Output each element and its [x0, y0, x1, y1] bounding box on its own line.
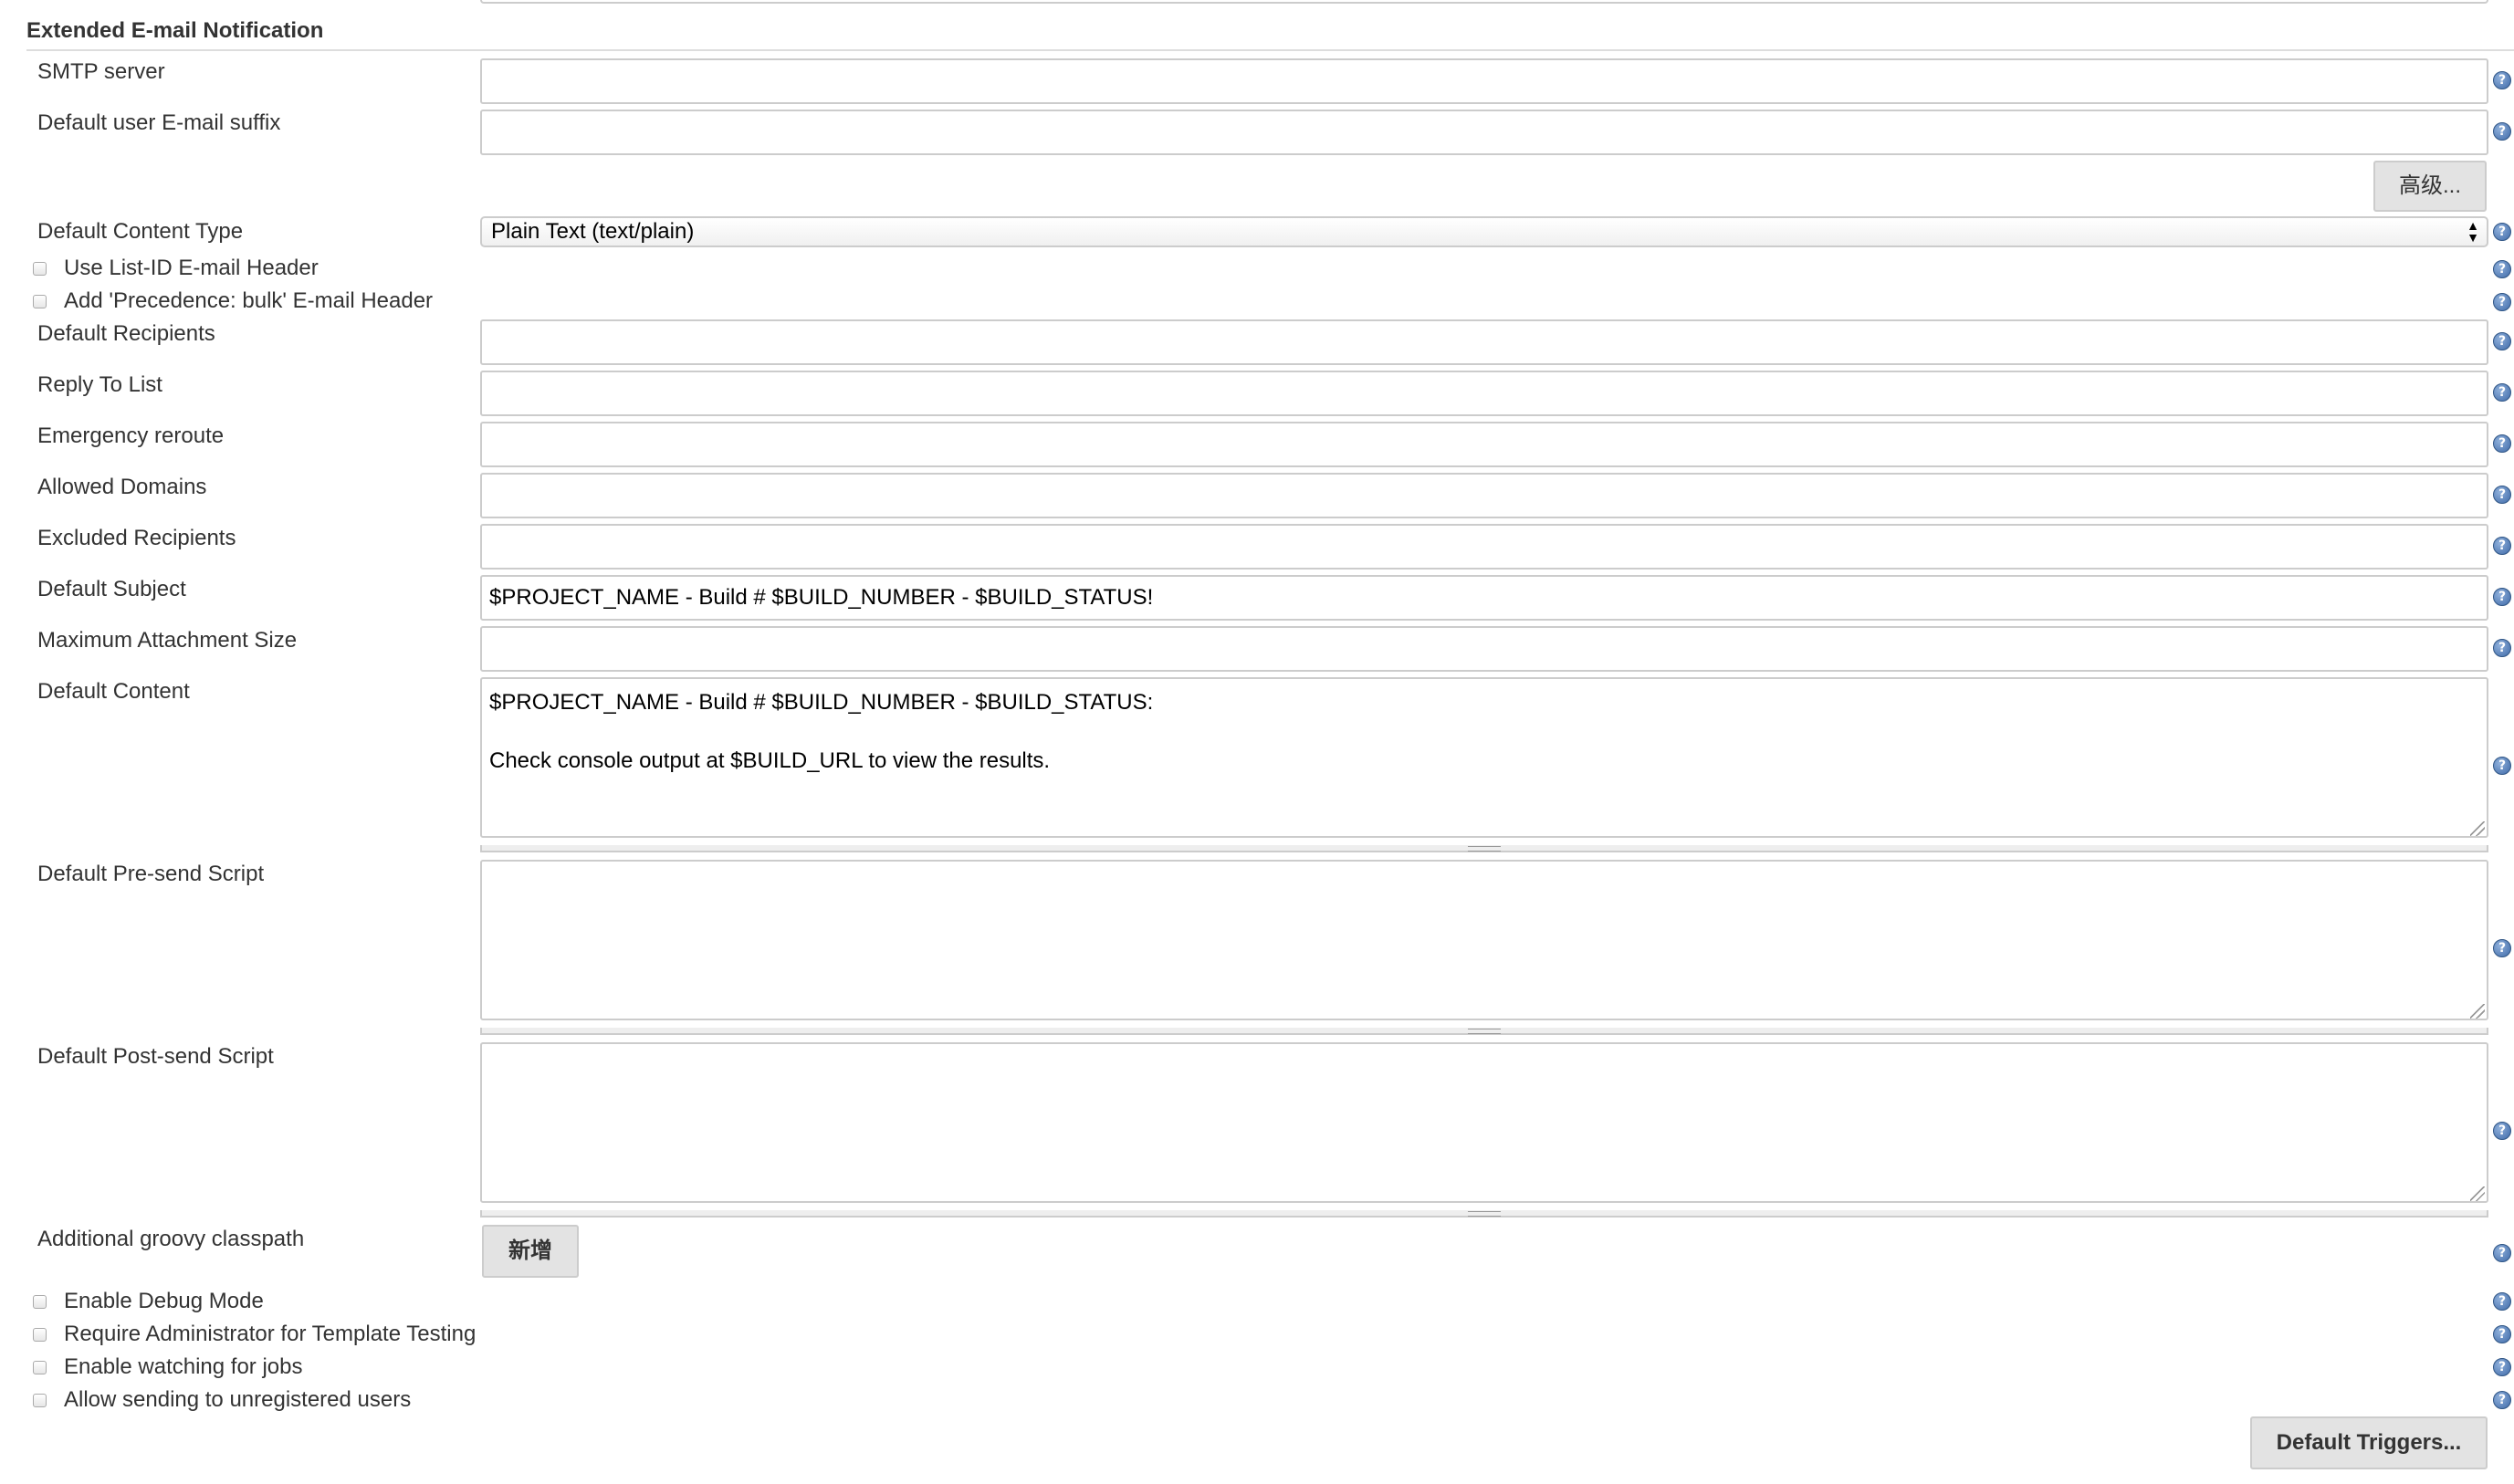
default-subject-label: Default Subject [37, 577, 186, 601]
help-icon[interactable]: ? [2493, 1122, 2511, 1140]
smtp-server-label: SMTP server [37, 59, 165, 84]
default-recipients-input[interactable] [480, 319, 2488, 365]
resize-grip-icon[interactable] [2470, 1004, 2485, 1019]
allowed-domains-label: Allowed Domains [37, 475, 207, 499]
excluded-recipients-label: Excluded Recipients [37, 526, 236, 550]
unregistered-users-label: Allow sending to unregistered users [64, 1387, 412, 1412]
groovy-classpath-label: Additional groovy classpath [37, 1227, 305, 1251]
content-type-value: Plain Text (text/plain) [491, 219, 695, 244]
help-icon[interactable]: ? [2493, 260, 2511, 278]
help-icon[interactable]: ? [2493, 383, 2511, 402]
max-attachment-size-input[interactable] [480, 626, 2488, 672]
textarea-resize-handle[interactable] [480, 1028, 2488, 1035]
unregistered-users-checkbox[interactable] [33, 1394, 47, 1407]
email-suffix-label: Default user E-mail suffix [37, 110, 281, 135]
help-icon[interactable]: ? [2493, 293, 2511, 311]
help-icon[interactable]: ? [2493, 537, 2511, 555]
presend-script-textarea[interactable] [480, 860, 2488, 1020]
default-triggers-button[interactable]: Default Triggers... [2250, 1416, 2488, 1469]
default-content-textarea[interactable]: $PROJECT_NAME - Build # $BUILD_NUMBER - … [480, 677, 2488, 838]
help-icon[interactable]: ? [2493, 757, 2511, 775]
reply-to-list-input[interactable] [480, 371, 2488, 416]
max-attachment-size-label: Maximum Attachment Size [37, 628, 298, 653]
advanced-button[interactable]: 高级... [2373, 161, 2487, 212]
help-icon[interactable]: ? [2493, 1358, 2511, 1376]
debug-mode-label: Enable Debug Mode [64, 1289, 264, 1313]
presend-script-label: Default Pre-send Script [37, 862, 265, 886]
allowed-domains-input[interactable] [480, 473, 2488, 518]
watching-jobs-checkbox[interactable] [33, 1361, 47, 1374]
help-icon[interactable]: ? [2493, 1292, 2511, 1311]
textarea-resize-handle[interactable] [480, 845, 2488, 852]
email-suffix-input[interactable] [480, 110, 2488, 155]
default-content-label: Default Content [37, 679, 190, 704]
help-icon[interactable]: ? [2493, 486, 2511, 504]
excluded-recipients-input[interactable] [480, 524, 2488, 570]
help-icon[interactable]: ? [2493, 588, 2511, 606]
select-arrows-icon: ▲ ▼ [2467, 218, 2479, 245]
precedence-bulk-checkbox[interactable] [33, 295, 47, 308]
previous-field-edge [480, 0, 2488, 4]
default-subject-input[interactable] [480, 575, 2488, 621]
content-type-select[interactable]: Plain Text (text/plain) ▲ ▼ [480, 216, 2488, 247]
help-icon[interactable]: ? [2493, 939, 2511, 957]
precedence-bulk-label: Add 'Precedence: bulk' E-mail Header [64, 288, 434, 313]
resize-grip-icon[interactable] [2470, 821, 2485, 836]
smtp-server-input[interactable] [480, 58, 2488, 104]
help-icon[interactable]: ? [2493, 434, 2511, 453]
use-list-id-label: Use List-ID E-mail Header [64, 256, 319, 280]
help-icon[interactable]: ? [2493, 223, 2511, 241]
reply-to-list-label: Reply To List [37, 372, 162, 397]
admin-template-testing-label: Require Administrator for Template Testi… [64, 1322, 477, 1346]
help-icon[interactable]: ? [2493, 71, 2511, 89]
emergency-reroute-input[interactable] [480, 422, 2488, 467]
watching-jobs-label: Enable watching for jobs [64, 1354, 303, 1379]
add-classpath-button[interactable]: 新增 [482, 1225, 579, 1278]
help-icon[interactable]: ? [2493, 1391, 2511, 1409]
help-icon[interactable]: ? [2493, 1325, 2511, 1343]
help-icon[interactable]: ? [2493, 332, 2511, 350]
default-recipients-label: Default Recipients [37, 321, 215, 346]
section-divider [26, 49, 2514, 51]
content-type-label: Default Content Type [37, 219, 244, 244]
section-title: Extended E-mail Notification [26, 18, 324, 43]
postsend-script-label: Default Post-send Script [37, 1044, 274, 1069]
help-icon[interactable]: ? [2493, 639, 2511, 657]
use-list-id-checkbox[interactable] [33, 262, 47, 276]
admin-template-testing-checkbox[interactable] [33, 1328, 47, 1342]
postsend-script-textarea[interactable] [480, 1042, 2488, 1203]
emergency-reroute-label: Emergency reroute [37, 423, 225, 448]
debug-mode-checkbox[interactable] [33, 1295, 47, 1309]
resize-grip-icon[interactable] [2470, 1186, 2485, 1201]
email-notification-config: Extended E-mail Notification SMTP server… [0, 0, 2514, 1484]
help-icon[interactable]: ? [2493, 1244, 2511, 1262]
textarea-resize-handle[interactable] [480, 1210, 2488, 1218]
help-icon[interactable]: ? [2493, 122, 2511, 141]
